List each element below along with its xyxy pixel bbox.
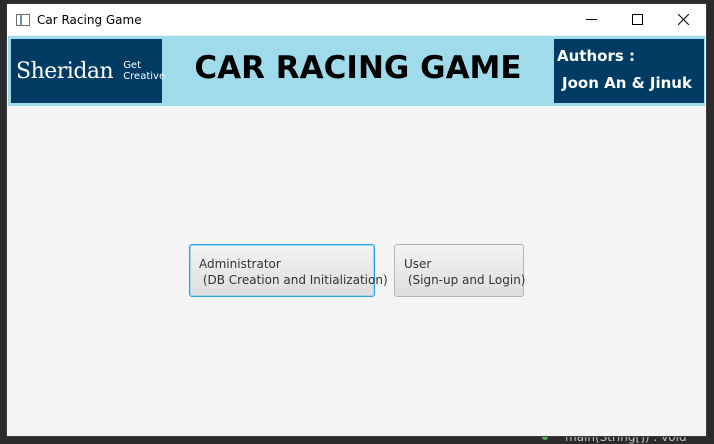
- window-title: Car Racing Game: [37, 12, 142, 27]
- authors-names: Joon An & Jinuk: [562, 74, 692, 92]
- maximize-icon: [631, 14, 643, 25]
- close-icon: [677, 14, 689, 25]
- app-window-icon: [16, 13, 30, 26]
- title-bar[interactable]: Car Racing Game: [7, 4, 706, 35]
- header-banner: Sheridan Get Creative CAR RACING GAME Au…: [8, 36, 705, 106]
- sheridan-logo: Sheridan Get Creative: [11, 39, 166, 103]
- logo-wordmark: Sheridan: [16, 58, 114, 84]
- page-title: CAR RACING GAME: [194, 50, 522, 86]
- desktop: main(String[]) : void Car Racing Game Sh…: [0, 0, 714, 444]
- app-window: Car Racing Game Sheridan Get Creative CA…: [6, 3, 707, 437]
- minimize-icon: [585, 19, 597, 20]
- window-controls: [568, 4, 706, 35]
- maximize-button[interactable]: [614, 4, 660, 35]
- logo-tagline: Get Creative: [123, 60, 166, 82]
- administrator-button[interactable]: Administrator (DB Creation and Initializ…: [189, 244, 388, 297]
- authors-label: Authors :: [557, 47, 635, 65]
- user-button[interactable]: User (Sign-up and Login): [394, 244, 525, 297]
- minimize-button[interactable]: [568, 4, 614, 35]
- close-button[interactable]: [660, 4, 706, 35]
- authors-panel: Authors : Joon An & Jinuk: [554, 39, 704, 103]
